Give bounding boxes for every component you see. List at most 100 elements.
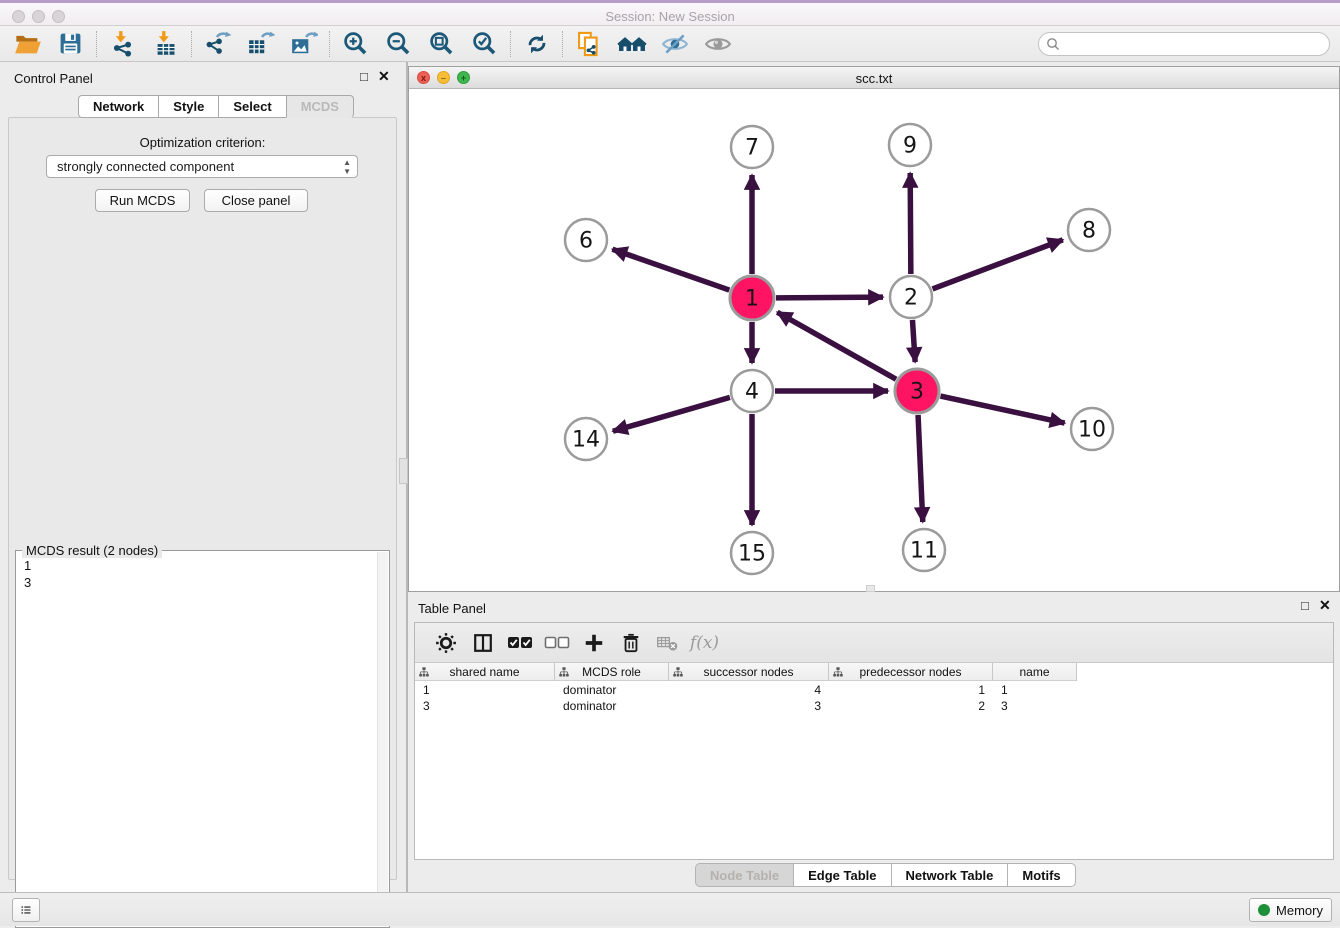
export-network-button[interactable] — [196, 28, 239, 60]
control-panel-tabs: Network Style Select MCDS — [78, 95, 354, 118]
graph-node-label: 2 — [904, 286, 918, 311]
table-cell[interactable]: dominator — [555, 682, 669, 698]
graph-node-label: 11 — [910, 539, 938, 564]
zoom-out-button[interactable] — [377, 28, 420, 60]
toolbar-separator — [191, 31, 192, 57]
tab-node-table[interactable]: Node Table — [695, 863, 793, 887]
tab-mcds[interactable]: MCDS — [286, 95, 354, 118]
import-network-button[interactable] — [101, 28, 144, 60]
panel-splitter-handle[interactable] — [399, 458, 408, 484]
tab-style[interactable]: Style — [158, 95, 218, 118]
hierarchy-icon — [833, 667, 843, 677]
table-cell[interactable]: 4 — [669, 682, 829, 698]
tab-network-table[interactable]: Network Table — [891, 863, 1008, 887]
new-network-from-selection-button[interactable] — [567, 28, 610, 60]
tab-select[interactable]: Select — [218, 95, 285, 118]
search-box[interactable] — [1038, 32, 1330, 56]
function-builder-button[interactable]: f(x) — [686, 628, 723, 658]
close-panel-icon[interactable]: ✕ — [378, 68, 390, 85]
network-splitter-handle[interactable] — [866, 585, 875, 592]
delete-table-icon — [656, 634, 680, 652]
show-column-panel-button[interactable] — [464, 628, 501, 658]
table-header-row: shared name MCDS role successor nodes pr… — [415, 663, 1077, 681]
table-cell[interactable]: 1 — [829, 682, 993, 698]
import-table-button[interactable] — [144, 28, 187, 60]
show-all-button[interactable] — [696, 28, 739, 60]
save-session-button[interactable] — [49, 28, 92, 60]
graph-edge[interactable] — [777, 312, 896, 379]
column-header-shared-name[interactable]: shared name — [415, 663, 555, 681]
first-neighbors-button[interactable] — [610, 28, 653, 60]
unchecked-boxes-icon — [544, 635, 570, 651]
table-cell[interactable]: 1 — [993, 682, 1077, 698]
column-header-predecessor-nodes[interactable]: predecessor nodes — [829, 663, 993, 681]
search-input[interactable] — [1060, 34, 1329, 54]
table-panel-tabs: Node Table Edge Table Network Table Moti… — [695, 863, 1076, 887]
optimization-criterion-select[interactable]: strongly connected component ▲▼ — [46, 155, 358, 178]
float-panel-icon[interactable]: □ — [360, 69, 368, 84]
memory-status-icon — [1258, 904, 1270, 916]
memory-label: Memory — [1276, 903, 1323, 918]
create-column-button[interactable] — [575, 628, 612, 658]
column-header-mcds-role[interactable]: MCDS role — [555, 663, 669, 681]
eye-icon — [704, 31, 732, 57]
graph-edge[interactable] — [910, 173, 911, 274]
delete-column-button[interactable] — [612, 628, 649, 658]
zoom-selected-button[interactable] — [463, 28, 506, 60]
graph-edge[interactable] — [776, 297, 883, 298]
hide-selected-button[interactable] — [653, 28, 696, 60]
network-window-titlebar[interactable]: x – + scc.txt — [409, 67, 1339, 89]
close-panel-button[interactable]: Close panel — [204, 189, 308, 212]
select-all-columns-button[interactable] — [501, 628, 538, 658]
graph-edge[interactable] — [613, 397, 730, 431]
refresh-layout-button[interactable] — [515, 28, 558, 60]
graph-edge[interactable] — [940, 396, 1064, 423]
column-header-name[interactable]: name — [993, 663, 1077, 681]
export-table-button[interactable] — [239, 28, 282, 60]
table-row[interactable]: 1 dominator 4 1 1 — [415, 682, 1077, 698]
table-panel: Table Panel □ ✕ — [408, 595, 1340, 892]
tab-motifs[interactable]: Motifs — [1007, 863, 1075, 887]
task-history-button[interactable] — [12, 898, 40, 922]
run-mcds-button[interactable]: Run MCDS — [95, 189, 190, 212]
table-row[interactable]: 3 dominator 3 2 3 — [415, 698, 1077, 714]
graph-edge[interactable] — [933, 240, 1063, 289]
import-table-icon — [152, 30, 179, 57]
columns-icon — [472, 632, 494, 654]
mcds-result-text[interactable]: 13 — [24, 557, 31, 591]
network-window-title: scc.txt — [409, 71, 1339, 86]
graph-node-label: 3 — [910, 380, 924, 405]
export-image-icon — [290, 30, 318, 57]
graph-edge[interactable] — [612, 249, 729, 290]
table-cell[interactable]: 3 — [415, 698, 555, 714]
tab-edge-table[interactable]: Edge Table — [793, 863, 890, 887]
table-settings-button[interactable] — [427, 628, 464, 658]
checked-boxes-icon — [507, 635, 533, 651]
select-arrows-icon: ▲▼ — [343, 158, 351, 176]
column-header-successor-nodes[interactable]: successor nodes — [669, 663, 829, 681]
graph-edge[interactable] — [912, 320, 915, 362]
table-close-panel-icon[interactable]: ✕ — [1319, 597, 1331, 614]
unselect-all-columns-button[interactable] — [538, 628, 575, 658]
memory-button[interactable]: Memory — [1249, 898, 1332, 922]
result-scrollbar[interactable] — [377, 552, 388, 926]
table-float-panel-icon[interactable]: □ — [1301, 598, 1309, 613]
graph-node-label: 7 — [745, 136, 759, 161]
import-network-icon — [109, 30, 136, 57]
table-cell[interactable]: 1 — [415, 682, 555, 698]
two-houses-icon — [617, 31, 647, 57]
graph-node-label: 1 — [745, 287, 759, 312]
table-cell[interactable]: 3 — [993, 698, 1077, 714]
zoom-fit-button[interactable] — [420, 28, 463, 60]
new-network-from-selection-icon — [575, 30, 603, 58]
table-cell[interactable]: dominator — [555, 698, 669, 714]
network-canvas[interactable]: 7968124314101511 — [409, 89, 1339, 591]
table-cell[interactable]: 2 — [829, 698, 993, 714]
tab-network[interactable]: Network — [78, 95, 158, 118]
delete-table-button[interactable] — [649, 628, 686, 658]
graph-edge[interactable] — [918, 415, 923, 522]
export-image-button[interactable] — [282, 28, 325, 60]
table-cell[interactable]: 3 — [669, 698, 829, 714]
open-session-button[interactable] — [6, 28, 49, 60]
zoom-in-button[interactable] — [334, 28, 377, 60]
